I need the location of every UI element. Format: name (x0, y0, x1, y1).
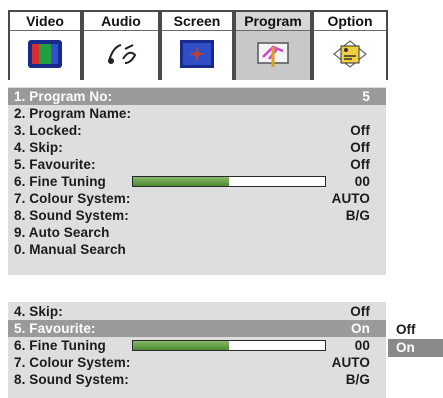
menu-row-value: Off (350, 140, 370, 155)
menu-row-label: 1. Program No: (14, 89, 113, 104)
program-menu-panel: 1. Program No: 5 2. Program Name: 3. Loc… (8, 87, 386, 275)
menu-row-label: 6. Fine Tuning (14, 338, 106, 353)
menu-row-skip[interactable]: 4. Skip: Off (8, 139, 386, 156)
menu-row-sound-system[interactable]: 8. Sound System: B/G (8, 371, 386, 388)
tab-audio[interactable]: Audio (82, 10, 160, 80)
menu-row-label: 7. Colour System: (14, 355, 131, 370)
menu-row-locked[interactable]: 3. Locked: Off (8, 122, 386, 139)
menu-row-favourite[interactable]: 5. Favourite: Off (8, 156, 386, 173)
menu-row-label: 3. Locked: (14, 123, 82, 138)
menu-row-favourite[interactable]: 5. Favourite: On (8, 320, 386, 337)
menu-row-value: On (351, 321, 370, 336)
menu-row-label: 4. Skip: (14, 140, 63, 155)
menu-row-value: 00 (354, 174, 370, 189)
menu-row-value: 5 (362, 89, 370, 104)
menu-row-label: 7. Colour System: (14, 191, 131, 206)
program-menu-panel-favourite-edit: 4. Skip: Off 5. Favourite: On 6. Fine Tu… (8, 302, 386, 398)
menu-row-label: 4. Skip: (14, 304, 63, 319)
menu-row-program-no[interactable]: 1. Program No: 5 (8, 88, 386, 105)
dropdown-option-off[interactable]: Off (388, 321, 443, 339)
option-icon (333, 40, 367, 68)
menu-row-value: 00 (354, 338, 370, 353)
music-note-icon (108, 44, 137, 64)
menu-row-manual-search[interactable]: 0. Manual Search (8, 241, 386, 258)
dropdown-option-on[interactable]: On (388, 339, 443, 357)
menu-row-label: 6. Fine Tuning (14, 174, 106, 189)
tab-audio-label: Audio (84, 12, 158, 31)
menu-row-label: 9. Auto Search (14, 225, 110, 240)
menu-row-fine-tuning[interactable]: 6. Fine Tuning 00 (8, 337, 386, 354)
fine-tuning-slider-fill (133, 177, 229, 186)
tab-bar: Video Audio Screen Program Option (8, 10, 388, 80)
menu-row-colour-system[interactable]: 7. Colour System: AUTO (8, 354, 386, 371)
menu-row-label: 5. Favourite: (14, 157, 96, 172)
menu-row-label: 0. Manual Search (14, 242, 126, 257)
menu-row-value: AUTO (331, 355, 370, 370)
tab-program[interactable]: Program (234, 10, 312, 80)
antenna-icon (257, 42, 289, 67)
tv-color-bars-icon (28, 40, 62, 68)
tab-screen[interactable]: Screen (160, 10, 234, 80)
menu-row-label: 5. Favourite: (14, 321, 96, 336)
favourite-dropdown: Off On (388, 321, 443, 358)
menu-row-value: Off (350, 157, 370, 172)
tab-video[interactable]: Video (8, 10, 82, 80)
tab-screen-label: Screen (162, 12, 232, 31)
menu-row-label: 2. Program Name: (14, 106, 132, 121)
menu-row-label: 8. Sound System: (14, 372, 129, 387)
tab-program-label: Program (236, 12, 310, 31)
menu-row-colour-system[interactable]: 7. Colour System: AUTO (8, 190, 386, 207)
menu-row-auto-search[interactable]: 9. Auto Search (8, 224, 386, 241)
fine-tuning-slider-fill (133, 341, 229, 350)
menu-row-sound-system[interactable]: 8. Sound System: B/G (8, 207, 386, 224)
menu-row-skip[interactable]: 4. Skip: Off (8, 303, 386, 320)
menu-row-value: AUTO (331, 191, 370, 206)
fine-tuning-slider[interactable] (132, 340, 326, 351)
menu-row-value: B/G (345, 372, 370, 387)
menu-row-program-name[interactable]: 2. Program Name: (8, 105, 386, 122)
screen-icon (180, 40, 214, 68)
menu-row-value: Off (350, 304, 370, 319)
menu-row-value: B/G (345, 208, 370, 223)
tab-video-label: Video (10, 12, 80, 31)
menu-row-value: Off (350, 123, 370, 138)
menu-row-label: 8. Sound System: (14, 208, 129, 223)
menu-row-fine-tuning[interactable]: 6. Fine Tuning 00 (8, 173, 386, 190)
fine-tuning-slider[interactable] (132, 176, 326, 187)
tab-option-label: Option (314, 12, 386, 31)
tab-option[interactable]: Option (312, 10, 388, 80)
